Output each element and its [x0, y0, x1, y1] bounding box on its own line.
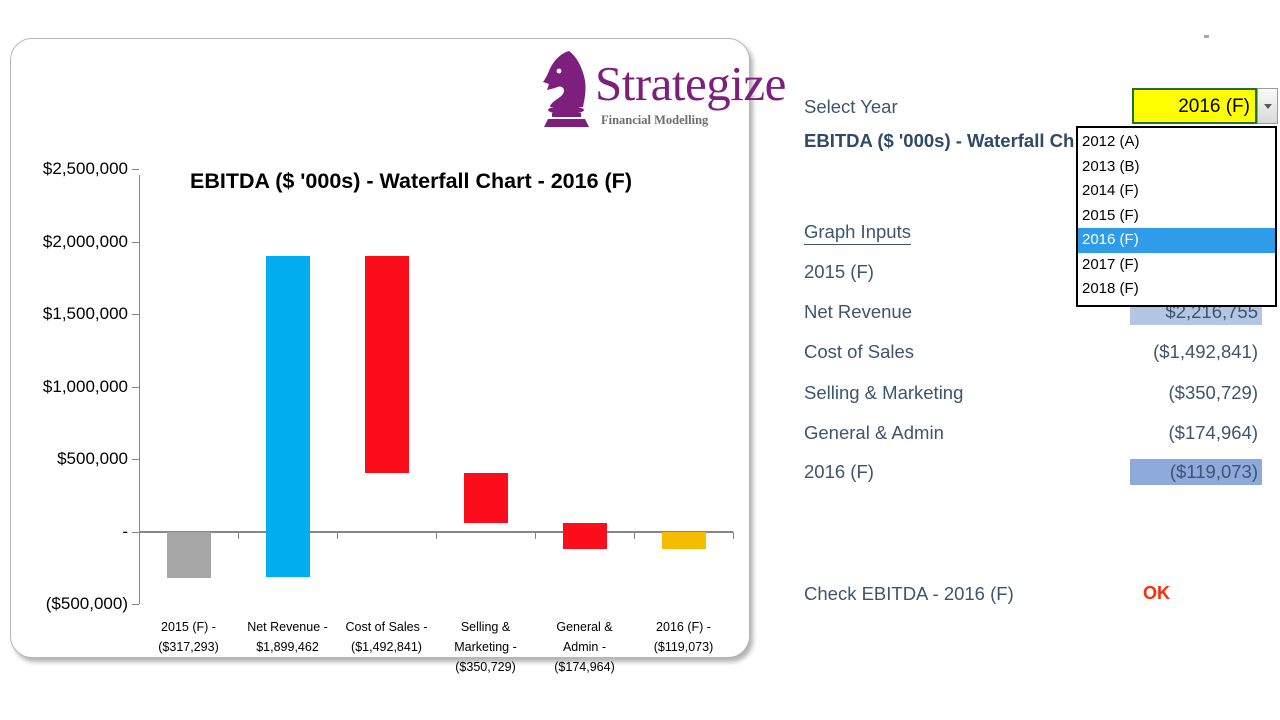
- right-panel-title: EBITDA ($ '000s) - Waterfall Ch: [804, 130, 1075, 151]
- y-axis-tick: [132, 314, 139, 315]
- year-option[interactable]: 2012 (A): [1078, 130, 1275, 155]
- input-row-value[interactable]: ($174,964): [1130, 420, 1262, 446]
- year-dropdown-list[interactable]: 2012 (A) 2013 (B) 2014 (F) 2015 (F) 2016 (F)…: [1076, 126, 1277, 307]
- waterfall-chart-panel: Strategize Financial Modelling EBITDA ($…: [10, 38, 786, 674]
- y-axis-label: ($500,000): [45, 594, 128, 613]
- input-row-value[interactable]: ($350,729): [1130, 380, 1262, 406]
- select-year-cell[interactable]: 2016 (F): [1132, 88, 1257, 124]
- y-axis-label: $2,500,000: [42, 159, 128, 178]
- year-option[interactable]: 2016 (F): [1078, 228, 1275, 253]
- year-option[interactable]: 2014 (F): [1078, 179, 1275, 204]
- chart-bar: [364, 256, 409, 473]
- chess-knight-icon: [543, 51, 589, 127]
- y-axis-tick: [132, 459, 139, 460]
- chart-bar: [661, 531, 706, 549]
- check-ebitda-label: Check EBITDA - 2016 (F): [804, 583, 1014, 604]
- x-axis-tick: [337, 531, 338, 539]
- y-axis-label: $2,000,000: [42, 231, 128, 251]
- x-axis-category-label: Selling & Marketing - ($350,729): [454, 620, 517, 674]
- select-year-label: Select Year: [804, 96, 898, 117]
- chevron-down-icon: [1263, 104, 1272, 109]
- x-axis-category-label: 2015 (F) - ($317,293): [158, 620, 219, 654]
- y-axis-tick: [132, 169, 139, 170]
- chart-bar: [463, 472, 508, 524]
- x-axis-category-label: General & Admin - ($174,964): [554, 620, 615, 674]
- x-axis-tick: [238, 531, 239, 539]
- strategize-logo: Strategize Financial Modelling: [531, 47, 786, 139]
- x-axis-tick: [436, 531, 437, 539]
- input-row-label: Cost of Sales: [804, 341, 915, 362]
- y-axis-tick: [132, 531, 139, 533]
- input-row-label: 2015 (F): [804, 261, 874, 282]
- x-axis-category-label: 2016 (F) - ($119,073): [653, 620, 714, 654]
- y-axis-tick: [132, 604, 139, 605]
- year-option[interactable]: 2013 (B): [1078, 155, 1275, 180]
- screen-artifact-dot: [1204, 35, 1209, 38]
- input-row-value[interactable]: ($1,492,841): [1130, 339, 1262, 365]
- logo-tagline: Financial Modelling: [601, 113, 709, 127]
- input-row-label: General & Admin: [804, 422, 944, 443]
- chart-bar: [166, 531, 211, 578]
- x-axis-tick: [634, 531, 635, 539]
- input-row-label: Net Revenue: [804, 301, 912, 322]
- y-axis-label: -: [122, 521, 128, 541]
- y-axis-line: [139, 175, 140, 604]
- input-row-label: 2016 (F): [804, 461, 874, 482]
- year-option[interactable]: 2018 (F): [1078, 277, 1275, 302]
- x-axis-tick: [535, 531, 536, 539]
- y-axis-tick: [132, 241, 139, 243]
- logo-wordmark: Strategize: [595, 56, 786, 111]
- input-row-label: Selling & Marketing: [804, 382, 964, 403]
- chart-bar: [265, 256, 310, 578]
- y-axis-label: $1,000,000: [42, 376, 128, 396]
- chart-bar: [562, 523, 607, 549]
- chart-plot-area: $2,500,000 $2,000,000 $1,500,000 $1,000,000…: [43, 159, 734, 674]
- year-option[interactable]: 2015 (F): [1078, 204, 1275, 229]
- y-axis-label: $1,500,000: [42, 304, 128, 323]
- x-axis-category-label: Cost of Sales - ($1,492,841): [345, 620, 428, 654]
- x-axis-category-label: Net Revenue - $1,899,462: [247, 620, 328, 654]
- x-axis-tick: [733, 531, 734, 539]
- input-row-value[interactable]: ($119,073): [1130, 459, 1262, 485]
- year-dropdown-button[interactable]: [1257, 88, 1278, 124]
- check-ebitda-status: OK: [1143, 583, 1170, 603]
- y-axis-label: $500,000: [57, 449, 128, 468]
- year-option[interactable]: 2017 (F): [1078, 253, 1275, 278]
- y-axis-tick: [132, 386, 139, 388]
- graph-inputs-heading: Graph Inputs: [804, 221, 911, 245]
